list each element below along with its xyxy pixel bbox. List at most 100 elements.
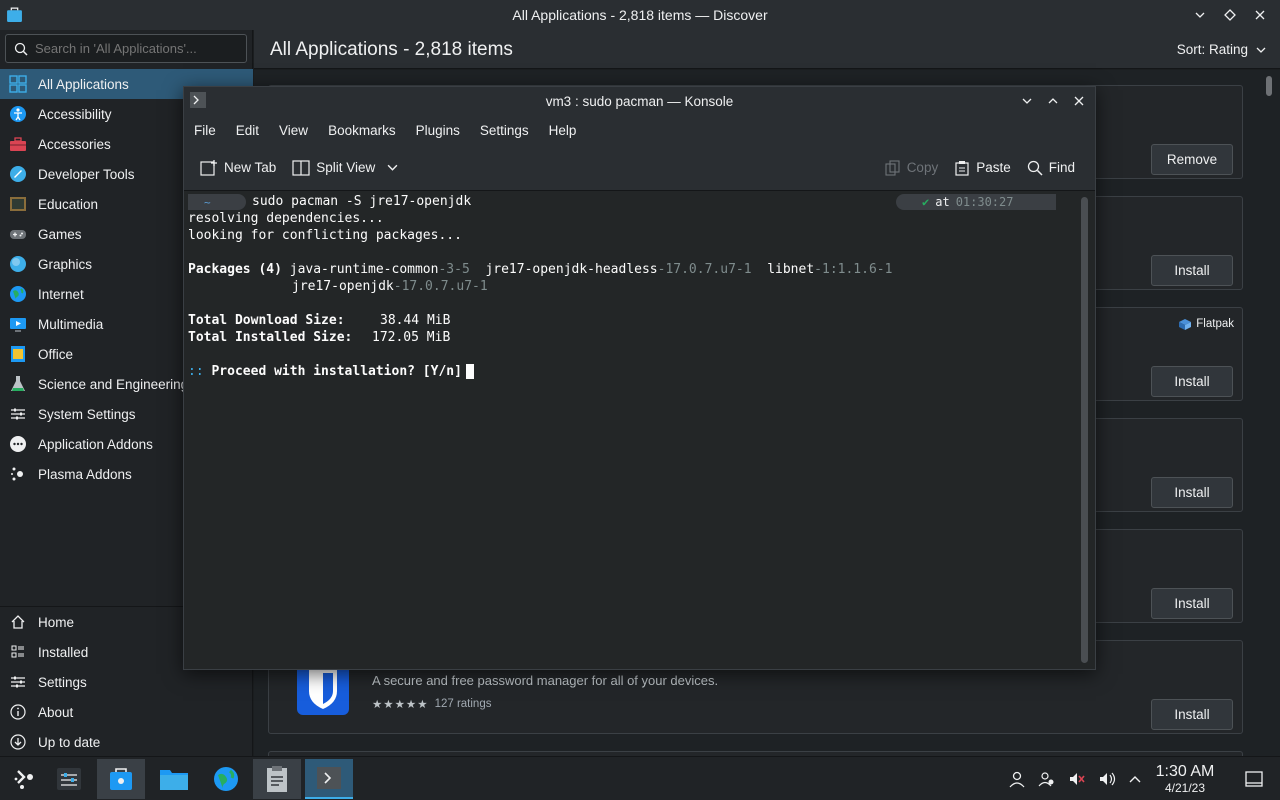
clipboard-icon <box>267 766 287 792</box>
sidebar-item-label: Graphics <box>38 256 93 272</box>
show-desktop-icon <box>1245 771 1263 787</box>
office-icon <box>8 344 28 364</box>
tray-network[interactable] <box>1037 769 1057 789</box>
tray-volume[interactable] <box>1097 769 1117 789</box>
sidebar-item-label: Games <box>38 226 82 242</box>
search-field[interactable] <box>5 34 247 63</box>
sidebar-item-label: Office <box>38 346 74 362</box>
konsole-titlebar[interactable]: vm3 : sudo pacman — Konsole <box>184 87 1095 115</box>
konsole-minimize-button[interactable] <box>1017 91 1037 111</box>
package-name: jre17-openjdk <box>292 279 394 294</box>
discover-titlebar[interactable]: All Applications - 2,818 items — Discove… <box>0 0 1280 30</box>
app-launcher-button[interactable] <box>0 759 48 799</box>
prompt-time: 01:30:27 <box>955 195 1014 209</box>
globe-icon <box>214 767 238 791</box>
install-button[interactable]: Install <box>1151 588 1233 619</box>
sidebar-item-label: Accessibility <box>38 106 112 122</box>
checkmark-icon: ✔ <box>922 195 930 209</box>
tray-user[interactable] <box>1007 769 1027 789</box>
paste-icon <box>955 160 969 176</box>
paste-button[interactable]: Paste <box>946 153 1019 183</box>
download-size-label: Total Download Size: <box>188 313 345 328</box>
remove-button[interactable]: Remove <box>1151 144 1233 175</box>
nav-about[interactable]: About <box>0 697 253 727</box>
install-button[interactable]: Install <box>1151 477 1233 508</box>
terminal-command: sudo pacman -S jre17-openjdk <box>252 194 472 209</box>
search-icon <box>14 42 28 56</box>
flatpak-badge: Flatpak <box>1178 318 1234 330</box>
flask-icon <box>8 374 28 394</box>
konsole-menubar: File Edit View Bookmarks Plugins Setting… <box>184 115 1095 145</box>
konsole-maximize-button[interactable] <box>1043 91 1063 111</box>
taskbar-discover[interactable] <box>97 759 145 799</box>
packages-label: Packages (4) <box>188 262 282 277</box>
terminal-packages-line-2: jre17-openjdk-17.0.7.u7-1 <box>292 278 488 295</box>
split-view-button[interactable]: Split View <box>284 153 406 183</box>
gamepad-icon <box>8 224 28 244</box>
system-settings-icon <box>8 404 28 424</box>
menu-help[interactable]: Help <box>539 123 587 138</box>
close-icon <box>1255 10 1265 20</box>
settings-icon <box>8 672 28 692</box>
taskbar-system-settings[interactable] <box>45 759 93 799</box>
list-icon <box>8 642 28 662</box>
split-view-icon <box>292 159 310 176</box>
chevron-down-icon <box>1022 98 1032 104</box>
menu-edit[interactable]: Edit <box>226 123 269 138</box>
update-icon <box>8 732 28 752</box>
nav-label: Up to date <box>38 734 101 750</box>
discover-app-icon <box>7 7 22 22</box>
sidebar-item-label: Developer Tools <box>38 166 135 182</box>
sidebar-item-label: All Applications <box>38 76 129 92</box>
terminal-cursor <box>465 364 474 379</box>
tray-expand[interactable] <box>1125 769 1145 789</box>
sort-dropdown[interactable]: Sort: Rating <box>1177 42 1266 57</box>
terminal-view[interactable]: ~ sudo pacman -S jre17-openjdk ✔ at 01:3… <box>184 191 1095 669</box>
taskbar-clipboard-app[interactable] <box>253 759 301 799</box>
install-button[interactable]: Install <box>1151 699 1233 730</box>
install-button[interactable]: Install <box>1151 366 1233 397</box>
taskbar-browser[interactable] <box>202 759 250 799</box>
menu-bookmarks[interactable]: Bookmarks <box>318 123 406 138</box>
desktop: All Applications - 2,818 items — Discove… <box>0 0 1280 800</box>
folder-icon <box>160 770 188 790</box>
menu-settings[interactable]: Settings <box>470 123 539 138</box>
system-settings-icon <box>57 768 81 790</box>
taskbar-file-manager[interactable] <box>150 759 198 799</box>
nav-up-to-date[interactable]: Up to date <box>0 727 253 757</box>
menu-file[interactable]: File <box>184 123 226 138</box>
sidebar-item-label: Internet <box>38 286 84 302</box>
clock-date: 4/21/23 <box>1164 781 1206 795</box>
accessibility-icon <box>8 104 28 124</box>
new-tab-button[interactable]: New Tab <box>192 153 284 183</box>
scrollbar-handle[interactable] <box>1266 76 1272 96</box>
search-input[interactable] <box>35 41 235 56</box>
new-tab-icon <box>200 159 217 176</box>
copy-button[interactable]: Copy <box>877 153 947 183</box>
find-button[interactable]: Find <box>1019 153 1083 183</box>
menu-view[interactable]: View <box>269 123 318 138</box>
konsole-close-button[interactable] <box>1069 91 1089 111</box>
sidebar-item-label: Education <box>38 196 99 212</box>
konsole-window[interactable]: vm3 : sudo pacman — Konsole File Edit Vi… <box>183 86 1096 670</box>
menu-plugins[interactable]: Plugins <box>406 123 470 138</box>
clock[interactable]: 1:30 AM 4/21/23 <box>1150 763 1220 795</box>
close-button[interactable] <box>1250 5 1270 25</box>
toolbox-icon <box>8 134 28 154</box>
sidebar-item-label: Plasma Addons <box>38 466 132 482</box>
tray-mute[interactable] <box>1067 769 1087 789</box>
nav-settings[interactable]: Settings <box>0 667 253 697</box>
terminal-scrollbar[interactable] <box>1081 197 1088 663</box>
terminal-line: looking for conflicting packages... <box>188 228 462 243</box>
minimize-button[interactable] <box>1190 5 1210 25</box>
package-name: jre17-openjdk-headless <box>485 262 658 277</box>
graphics-icon <box>8 254 28 274</box>
taskbar-konsole[interactable] <box>305 759 353 799</box>
maximize-button[interactable] <box>1220 5 1240 25</box>
prompt-status: ✔ at 01:30:27 <box>896 194 1056 210</box>
show-desktop-button[interactable] <box>1244 769 1264 789</box>
install-button[interactable]: Install <box>1151 255 1233 286</box>
terminal-packages-line: Packages (4) java-runtime-common-3-5 jre… <box>188 261 892 278</box>
proceed-prefix: :: <box>188 364 204 379</box>
rating: ★★★★★ 127 ratings <box>372 697 491 711</box>
